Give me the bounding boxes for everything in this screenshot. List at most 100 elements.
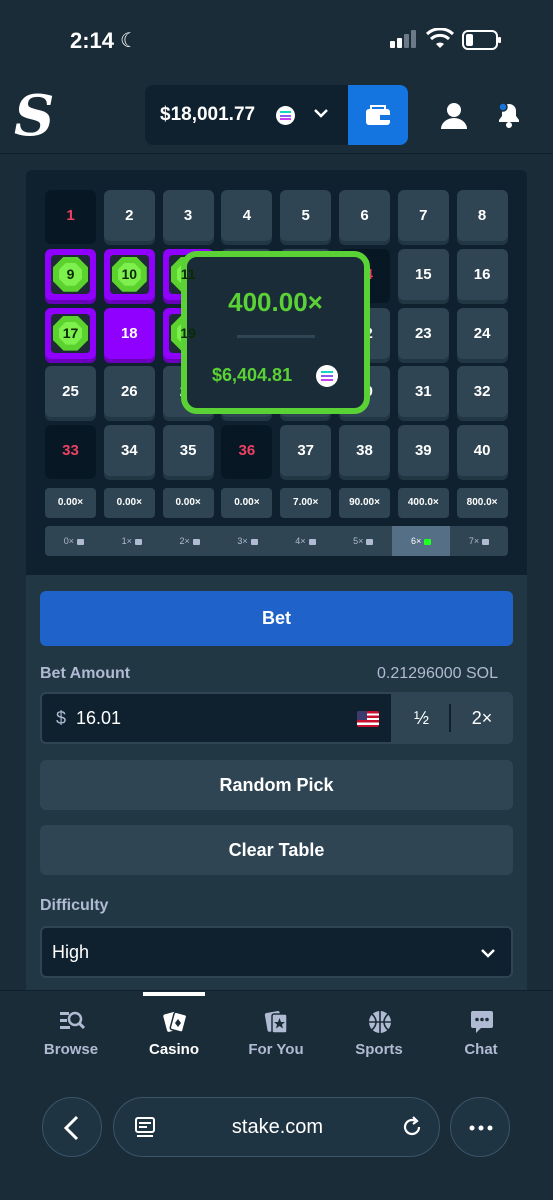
keno-tile[interactable]: 10 [103,248,155,300]
tile-number: 39 [414,442,432,460]
keno-tile[interactable]: 40 [456,425,508,477]
url-bar[interactable]: stake.com [113,1097,440,1157]
double-bet-button[interactable]: 2× [451,692,513,744]
keno-tile[interactable]: 25 [45,366,96,418]
nav-sports[interactable]: Sports [329,991,429,1077]
notification-bell-icon[interactable] [494,100,524,130]
solana-icon [276,106,295,125]
hit-label: 0× [63,536,75,546]
casino-icon [163,1011,188,1033]
reload-icon[interactable] [400,1115,424,1139]
browse-icon [60,1011,85,1030]
keno-tile[interactable]: 1 [45,190,96,241]
keno-tile[interactable]: 38 [339,425,390,477]
keno-tile[interactable]: 17 [45,307,96,359]
difficulty-label: Difficulty [40,897,109,914]
gem-icon [250,538,258,545]
tile-number: 6 [360,207,369,224]
back-button[interactable] [42,1097,102,1157]
tile-number: 3 [183,207,193,224]
hit-count: 2× [161,526,219,556]
stake-logo[interactable]: S [14,88,54,144]
user-icon[interactable] [440,102,468,130]
keno-tile[interactable]: 18 [103,307,155,359]
bet-amount-crypto: 0.21296000 SOL [377,665,498,682]
tile-number: 23 [414,324,432,342]
chevron-left-icon [63,1115,79,1141]
keno-tile[interactable]: 23 [397,307,449,359]
browser-bar: stake.com [0,1076,553,1200]
bet-amount-input[interactable]: $ 16.01 [40,692,393,744]
clear-table-button[interactable]: Clear Table [40,825,513,875]
bet-amount-value: 16.01 [76,708,122,728]
hit-count: 3× [219,526,277,556]
gem-icon [192,538,200,545]
keno-tile[interactable]: 6 [339,190,390,241]
hit-label: 6× [411,536,422,546]
bet-button[interactable]: Bet [40,591,513,646]
tile-number: 4 [242,207,252,224]
tile-number: 34 [120,442,138,460]
keno-tile[interactable]: 15 [397,248,449,300]
status-bar: 2:14 ☾ [0,0,553,80]
keno-tile[interactable]: 39 [397,425,449,477]
gem-icon [134,538,142,545]
tile-number: 17 [62,324,79,341]
hit-count: 5× [334,526,392,556]
keno-tile[interactable]: 16 [456,248,508,300]
random-pick-button[interactable]: Random Pick [40,760,513,810]
gem-icon [308,538,316,545]
tile-number: 11 [180,265,196,282]
half-bet-button[interactable]: ½ [393,692,450,744]
keno-tile[interactable]: 32 [456,366,508,418]
hit-label: 7× [468,536,480,546]
tile-number: 35 [179,442,197,460]
win-multiplier: 400.00× [228,287,323,317]
nav-label: Casino [148,1041,199,1058]
win-popup: 400.00× $6,404.81 [181,251,370,414]
keno-tile[interactable]: 4 [221,190,273,241]
wallet-selector[interactable]: $18,001.77 [145,85,408,145]
keno-tile[interactable]: 7 [397,190,449,241]
nav-browse[interactable]: Browse [21,991,121,1077]
tile-number: 32 [473,383,491,401]
nav-casino[interactable]: Casino [124,991,224,1077]
dollar-sign: $ [56,708,67,728]
tile-number: 7 [419,207,428,224]
tile-number: 8 [477,207,487,224]
payout-multiplier: 0.00× [221,488,273,518]
keno-tile[interactable]: 24 [456,307,508,359]
payout-row: 0.00× 0.00× 0.00× 0.00× 7.00× 90.00× 400.0× 800… [45,488,508,518]
keno-tile[interactable]: 2 [103,190,155,241]
tile-number: 36 [238,442,256,460]
keno-tile[interactable]: 34 [103,425,155,477]
keno-tile[interactable]: 35 [162,425,214,477]
wallet-icon [366,105,390,125]
difficulty-value: High [52,942,90,962]
keno-tile[interactable]: 3 [162,190,214,241]
keno-tile[interactable]: 9 [45,248,96,300]
keno-tile[interactable]: 33 [45,425,96,477]
chevron-down-icon[interactable] [311,103,331,123]
hit-count: 7× [450,526,508,556]
hit-count: 0× [45,526,103,556]
payout-multiplier: 800.0× [456,488,508,518]
tile-number: 1 [66,207,75,224]
keno-tile[interactable]: 26 [103,366,155,418]
keno-tile[interactable]: 5 [280,190,332,241]
keno-tile[interactable]: 31 [397,366,449,418]
keno-tile[interactable]: 8 [456,190,508,241]
hit-label: 1× [121,536,132,546]
battery-icon [462,30,501,50]
nav-chat[interactable]: Chat [431,991,531,1077]
tile-number: 15 [414,265,432,283]
chat-icon [471,1011,493,1033]
hit-count: 1× [103,526,161,556]
more-button[interactable] [450,1097,510,1157]
keno-tile[interactable]: 37 [280,425,332,477]
difficulty-select[interactable]: High [40,926,513,978]
wallet-button[interactable] [348,85,408,145]
gem-icon [366,538,374,545]
keno-tile[interactable]: 36 [221,425,273,477]
nav-for-you[interactable]: For You [226,991,326,1077]
